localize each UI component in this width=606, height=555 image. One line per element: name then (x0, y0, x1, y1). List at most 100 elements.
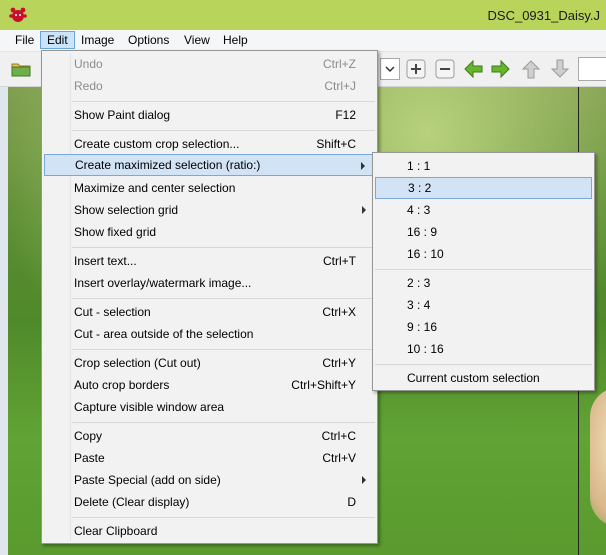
menu-item-undo[interactable]: Undo Ctrl+Z (44, 53, 375, 75)
menu-item-label: Current custom selection (407, 371, 540, 385)
zoom-out-icon[interactable] (434, 58, 456, 80)
menu-item-cut-selection[interactable]: Cut - selection Ctrl+X (44, 301, 375, 323)
ratio-submenu: 1 : 1 3 : 2 4 : 3 16 : 9 16 : 10 2 : 3 3… (372, 152, 595, 391)
menu-item-label: Create custom crop selection... (74, 137, 240, 151)
menu-separator (72, 422, 375, 423)
menu-item-label: Maximize and center selection (74, 181, 236, 195)
menu-item-label: Insert overlay/watermark image... (74, 276, 252, 290)
menu-item-label: Show selection grid (74, 203, 179, 217)
menu-separator (72, 298, 375, 299)
menu-separator (72, 517, 375, 518)
menu-item-shortcut: Ctrl+X (322, 305, 356, 319)
menu-separator (72, 101, 375, 102)
zoom-dropdown-button[interactable] (380, 58, 400, 80)
menu-item-insert-text[interactable]: Insert text... Ctrl+T (44, 250, 375, 272)
menu-item-shortcut: D (347, 495, 356, 509)
menu-separator (72, 130, 375, 131)
menu-item-show-fixed-grid[interactable]: Show fixed grid (44, 221, 375, 243)
down-arrow-icon[interactable] (549, 58, 571, 80)
menu-item-shortcut: Ctrl+J (324, 79, 356, 93)
edit-menu-dropdown: Undo Ctrl+Z Redo Ctrl+J Show Paint dialo… (41, 50, 378, 544)
menu-item-label: Auto crop borders (74, 378, 170, 392)
menu-item-redo[interactable]: Redo Ctrl+J (44, 75, 375, 97)
ratio-item-3-4[interactable]: 3 : 4 (375, 294, 592, 316)
ratio-item-3-2[interactable]: 3 : 2 (375, 177, 592, 199)
submenu-arrow-icon (362, 206, 366, 214)
menu-help[interactable]: Help (217, 31, 254, 49)
ratio-item-2-3[interactable]: 2 : 3 (375, 272, 592, 294)
up-arrow-icon[interactable] (520, 58, 542, 80)
menu-view[interactable]: View (178, 31, 216, 49)
menu-item-label: Cut - area outside of the selection (74, 327, 254, 341)
menu-edit[interactable]: Edit (40, 31, 75, 49)
menu-item-label: Cut - selection (74, 305, 151, 319)
ratio-item-9-16[interactable]: 9 : 16 (375, 316, 592, 338)
menu-item-shortcut: F12 (335, 108, 356, 122)
menu-item-label: Copy (74, 429, 103, 443)
menu-item-shortcut: Ctrl+Z (323, 57, 356, 71)
menu-item-create-maximized-selection[interactable]: Create maximized selection (ratio:) (44, 154, 375, 176)
zoom-in-icon[interactable] (405, 58, 427, 80)
ratio-item-1-1[interactable]: 1 : 1 (375, 155, 592, 177)
menu-item-label: Show Paint dialog (74, 108, 171, 122)
ratio-item-4-3[interactable]: 4 : 3 (375, 199, 592, 221)
ratio-item-16-9[interactable]: 16 : 9 (375, 221, 592, 243)
page-input[interactable] (578, 57, 606, 81)
menu-item-label: Show fixed grid (74, 225, 157, 239)
ratio-item-10-16[interactable]: 10 : 16 (375, 338, 592, 360)
menu-item-auto-crop-borders[interactable]: Auto crop borders Ctrl+Shift+Y (44, 374, 375, 396)
open-folder-icon[interactable] (10, 58, 32, 80)
menu-item-create-custom-crop[interactable]: Create custom crop selection... Shift+C (44, 133, 375, 155)
menu-item-label: 4 : 3 (407, 203, 431, 217)
menu-item-crop-selection[interactable]: Crop selection (Cut out) Ctrl+Y (44, 352, 375, 374)
menu-file[interactable]: File (9, 31, 40, 49)
menu-item-label: 3 : 2 (408, 181, 432, 195)
menu-item-label: Create maximized selection (ratio:) (75, 158, 261, 172)
menu-item-clear-clipboard[interactable]: Clear Clipboard (44, 520, 375, 542)
menu-item-delete-clear-display[interactable]: Delete (Clear display) D (44, 491, 375, 513)
menu-image[interactable]: Image (75, 31, 120, 49)
previous-arrow-icon[interactable] (462, 58, 484, 80)
ratio-item-16-10[interactable]: 16 : 10 (375, 243, 592, 265)
menu-item-label: Undo (74, 57, 103, 71)
menu-separator (72, 349, 375, 350)
menu-item-show-selection-grid[interactable]: Show selection grid (44, 199, 375, 221)
menu-item-paste-special[interactable]: Paste Special (add on side) (44, 469, 375, 491)
menu-item-label: Paste (74, 451, 105, 465)
next-arrow-icon[interactable] (490, 58, 512, 80)
menu-item-label: Clear Clipboard (74, 524, 158, 538)
menu-item-paste[interactable]: Paste Ctrl+V (44, 447, 375, 469)
menu-item-label: 10 : 16 (407, 342, 444, 356)
irfanview-cat-icon[interactable] (9, 6, 27, 24)
menu-item-shortcut: Ctrl+Shift+Y (291, 378, 356, 392)
menu-item-shortcut: Shift+C (316, 137, 356, 151)
menu-item-maximize-center[interactable]: Maximize and center selection (44, 177, 375, 199)
menu-item-label: Crop selection (Cut out) (74, 356, 201, 370)
menu-item-capture-visible-area[interactable]: Capture visible window area (44, 396, 375, 418)
menu-item-shortcut: Ctrl+V (322, 451, 356, 465)
menu-item-cut-outside[interactable]: Cut - area outside of the selection (44, 323, 375, 345)
menu-item-label: 16 : 10 (407, 247, 444, 261)
menu-bar: File Edit Image Options View Help (0, 30, 606, 52)
ratio-item-current-custom-selection[interactable]: Current custom selection (375, 367, 592, 389)
submenu-arrow-icon (361, 162, 365, 170)
menu-item-insert-overlay[interactable]: Insert overlay/watermark image... (44, 272, 375, 294)
menu-item-copy[interactable]: Copy Ctrl+C (44, 425, 375, 447)
photo-dog (590, 387, 606, 527)
menu-separator (375, 364, 592, 365)
menu-item-label: Paste Special (add on side) (74, 473, 221, 487)
menu-item-label: Delete (Clear display) (74, 495, 190, 509)
menu-item-label: 2 : 3 (407, 276, 431, 290)
menu-item-label: 1 : 1 (407, 159, 431, 173)
menu-item-label: 16 : 9 (407, 225, 438, 239)
menu-item-label: Redo (74, 79, 103, 93)
menu-item-label: Capture visible window area (74, 400, 225, 414)
menu-item-label: Insert text... (74, 254, 137, 268)
menu-item-shortcut: Ctrl+Y (322, 356, 356, 370)
menu-item-shortcut: Ctrl+C (321, 429, 356, 443)
window-title: DSC_0931_Daisy.J (487, 8, 600, 23)
menu-options[interactable]: Options (122, 31, 175, 49)
menu-item-show-paint-dialog[interactable]: Show Paint dialog F12 (44, 104, 375, 126)
menu-separator (72, 247, 375, 248)
title-bar: DSC_0931_Daisy.J (0, 0, 606, 31)
